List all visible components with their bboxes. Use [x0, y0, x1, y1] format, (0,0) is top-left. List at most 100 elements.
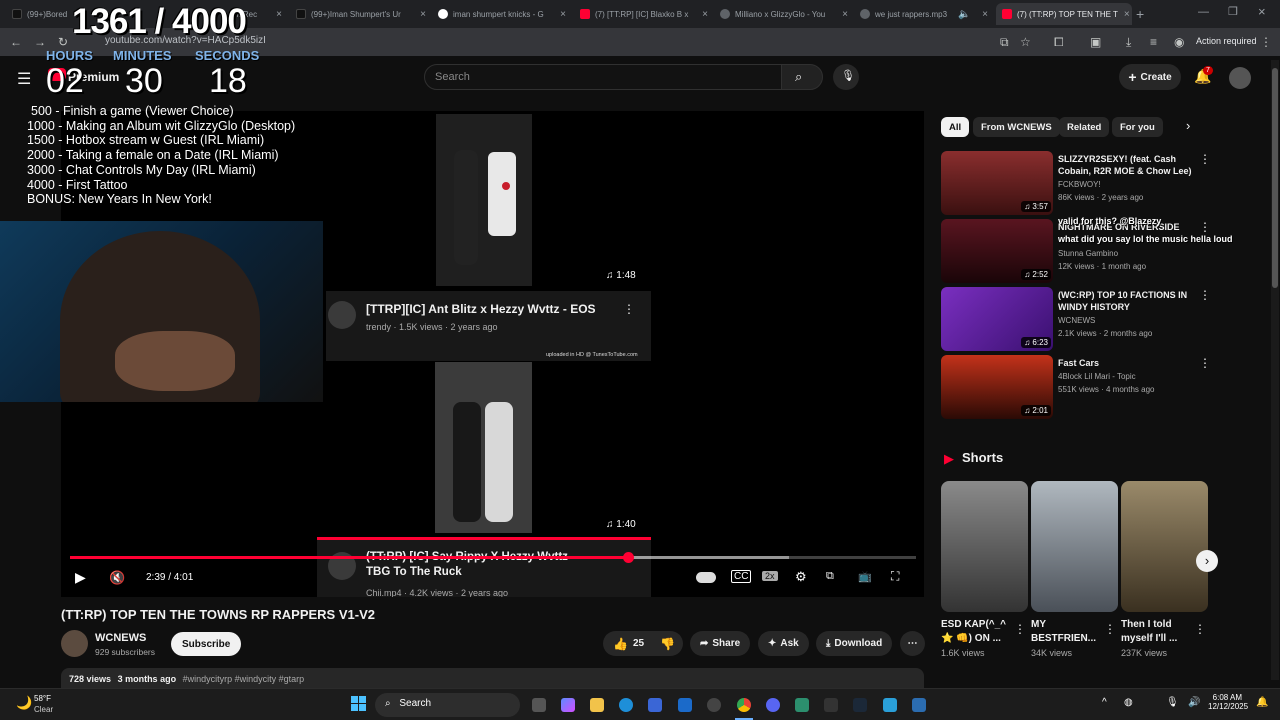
inner-video-channel-1: trendy: [366, 322, 392, 332]
edge-icon[interactable]: [619, 698, 633, 712]
fullscreen-icon[interactable]: ⛶: [891, 569, 899, 584]
sidebar-icon[interactable]: ▣: [1090, 35, 1101, 49]
volume-icon[interactable]: 🔊: [1188, 697, 1200, 708]
taskbar-search[interactable]: ⌕ Search: [375, 693, 520, 717]
recommended-video[interactable]: ♫ 3:57 SLIZZYR2SEXY! (feat. Cash Cobain,…: [941, 151, 1211, 215]
account-avatar[interactable]: [1229, 67, 1251, 89]
steam-icon[interactable]: [853, 698, 867, 712]
terminal-icon[interactable]: [795, 698, 809, 712]
microphone-icon[interactable]: 🎙: [1166, 697, 1179, 708]
play-button[interactable]: ▶: [75, 569, 86, 586]
progress-bar[interactable]: [70, 552, 916, 563]
chip-from-wcnews[interactable]: From WCNEWS: [973, 117, 1060, 137]
back-icon[interactable]: ←: [10, 35, 22, 49]
chips-next-icon[interactable]: ›: [1186, 118, 1190, 133]
new-tab-button[interactable]: +: [1136, 6, 1144, 22]
close-tab-icon[interactable]: ×: [836, 9, 848, 20]
browser-tab[interactable]: (99+)Iman Shumpert's Ur ×: [290, 3, 432, 25]
autoplay-toggle[interactable]: [696, 572, 716, 583]
reload-icon[interactable]: ↻: [58, 35, 68, 49]
download-button[interactable]: ⤓ Download: [816, 631, 893, 656]
app-icon[interactable]: [883, 698, 897, 712]
captions-button[interactable]: CC: [731, 570, 752, 583]
subscribe-button[interactable]: Subscribe: [171, 632, 242, 656]
close-window-button[interactable]: ×: [1258, 4, 1266, 19]
more-options-icon[interactable]: ⋮: [1104, 622, 1116, 636]
page-scrollbar[interactable]: [1271, 60, 1279, 680]
more-options-icon[interactable]: ⋮: [1194, 622, 1206, 636]
browser-tab[interactable]: (99+)Bored: [6, 3, 68, 25]
store-icon[interactable]: [648, 698, 662, 712]
close-tab-icon[interactable]: ×: [696, 9, 708, 20]
windows-start-icon[interactable]: [351, 696, 367, 712]
discord-icon[interactable]: [766, 698, 780, 712]
hamburger-menu-icon[interactable]: ☰: [17, 69, 31, 89]
weather-icon[interactable]: 🌙: [16, 695, 32, 711]
install-app-icon[interactable]: ⧉: [1000, 35, 1009, 49]
close-tab-icon[interactable]: ×: [414, 9, 426, 20]
like-button[interactable]: 👍 25: [613, 637, 644, 651]
channel-name[interactable]: WCNEWS: [95, 632, 146, 644]
create-button[interactable]: + Create: [1119, 64, 1181, 90]
recommended-video[interactable]: ♫ 2:52 NIGHTMARE ON RIVERSIDE Stunna Gam…: [941, 219, 1211, 283]
settings-gear-icon[interactable]: ⚙: [795, 569, 807, 585]
recommended-video[interactable]: ♫ 6:23 (WC:RP) TOP 10 FACTIONS IN WINDY …: [941, 287, 1211, 351]
taskbar-clock[interactable]: 6:08 AM 12/12/2025: [1208, 693, 1248, 711]
playback-speed-button[interactable]: 2x: [762, 571, 778, 581]
share-button[interactable]: ➦ Share: [690, 631, 751, 656]
forward-icon[interactable]: →: [34, 35, 46, 49]
more-options-icon[interactable]: ⋮: [1199, 288, 1211, 302]
mute-button[interactable]: 🔇: [109, 570, 125, 586]
hashtags[interactable]: #windycityrp #windycity #gtarp: [183, 674, 305, 684]
minimize-button[interactable]: —: [1198, 6, 1209, 18]
close-tab-icon[interactable]: ×: [270, 9, 282, 20]
chip-related[interactable]: Related: [1059, 117, 1110, 137]
file-explorer-icon[interactable]: [590, 698, 604, 712]
close-tab-icon[interactable]: ×: [976, 9, 988, 20]
app-icon[interactable]: [824, 698, 838, 712]
mail-icon[interactable]: [678, 698, 692, 712]
browser-tab[interactable]: we just rappers.mp3 🔈 ×: [854, 3, 994, 25]
notepad-icon[interactable]: [912, 698, 926, 712]
media-control-icon[interactable]: ≡: [1150, 35, 1157, 49]
more-options-icon[interactable]: ⋮: [1199, 220, 1211, 234]
browser-tab[interactable]: Milliano x GlizzyGlo - You ×: [714, 3, 854, 25]
settings-icon[interactable]: [707, 698, 721, 712]
more-actions-button[interactable]: ⋯: [900, 631, 925, 656]
shorts-next-button[interactable]: ›: [1196, 550, 1218, 572]
mute-tab-icon[interactable]: 🔈: [952, 9, 970, 20]
task-view-icon[interactable]: [532, 698, 546, 712]
browser-menu-icon[interactable]: ⋮: [1260, 35, 1272, 49]
miniplayer-icon[interactable]: ⧉: [826, 570, 834, 583]
more-options-icon[interactable]: ⋮: [1199, 152, 1211, 166]
chrome-icon[interactable]: [737, 698, 751, 712]
ask-button[interactable]: ✦ Ask: [758, 631, 809, 656]
tray-overflow-icon[interactable]: ^: [1102, 697, 1107, 708]
chip-all[interactable]: All: [941, 117, 970, 137]
more-options-icon[interactable]: ⋮: [1199, 356, 1211, 370]
bookmark-star-icon[interactable]: ☆: [1020, 35, 1031, 49]
browser-tab-active[interactable]: (7) (TT:RP) TOP TEN THE T ×: [996, 3, 1132, 25]
description-box[interactable]: 728 views 3 months ago #windycityrp #win…: [61, 668, 924, 690]
voice-search-button[interactable]: 🎙: [833, 64, 859, 90]
close-tab-icon[interactable]: ×: [1118, 9, 1130, 20]
dislike-button[interactable]: 👎: [660, 637, 675, 651]
search-input[interactable]: Search: [424, 64, 782, 90]
more-options-icon[interactable]: ⋮: [1014, 622, 1026, 636]
search-button[interactable]: ⌕: [781, 64, 823, 90]
notification-center-icon[interactable]: 🔔: [1256, 697, 1268, 708]
profile-icon[interactable]: ◉: [1174, 35, 1184, 49]
restore-button[interactable]: ❐: [1228, 5, 1238, 18]
close-tab-icon[interactable]: ×: [554, 9, 566, 20]
channel-avatar[interactable]: [61, 630, 88, 657]
recommended-video[interactable]: ♫ 2:01 Fast Cars 4Block Lil Mari - Topic…: [941, 355, 1211, 419]
copilot-icon[interactable]: [561, 698, 575, 712]
action-required-button[interactable]: Action required: [1196, 36, 1257, 46]
extensions-icon[interactable]: ⧠: [1054, 35, 1064, 49]
browser-tab[interactable]: iman shumpert knicks - G ×: [432, 3, 572, 25]
network-icon[interactable]: ◍: [1124, 697, 1133, 708]
cast-icon[interactable]: 📺: [858, 570, 872, 583]
downloads-icon[interactable]: ⤓: [1126, 35, 1131, 49]
chip-for-you[interactable]: For you: [1112, 117, 1163, 137]
browser-tab[interactable]: (7) [TT:RP] [IC] Blaxko B x ×: [574, 3, 714, 25]
